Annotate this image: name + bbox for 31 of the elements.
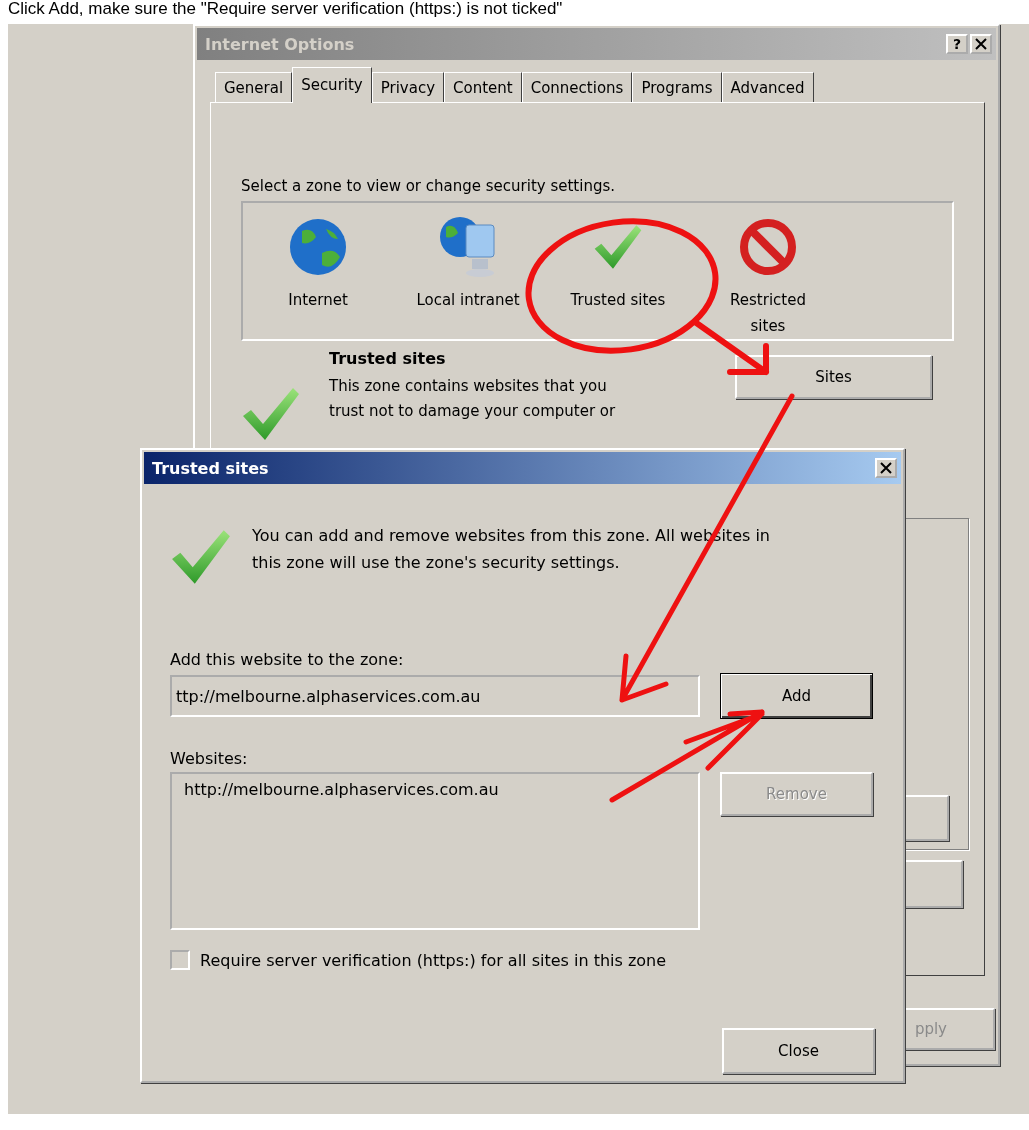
window-title: Internet Options <box>205 34 355 54</box>
tab[interactable]: General <box>215 72 293 102</box>
tab[interactable]: Advanced <box>721 72 814 102</box>
zone-item[interactable]: Restricted sites <box>730 287 806 339</box>
close-button[interactable] <box>875 458 897 478</box>
zone-item[interactable]: Trusted sites <box>570 287 666 313</box>
instruction-text: Click Add, make sure the "Require server verification (https:) is not ticked" <box>7 0 564 20</box>
website-item[interactable]: http://melbourne.alphaservices.com.au <box>184 780 686 799</box>
add-button[interactable]: Add <box>720 673 873 719</box>
close-button[interactable] <box>970 34 992 54</box>
zone-prompt: Select a zone to view or change security settings. <box>241 177 617 195</box>
zone-description: This zone contains websites that you trust not to damage your computer or <box>329 376 617 422</box>
zone-title: Trusted sites <box>329 349 447 368</box>
close-icon <box>975 38 987 50</box>
tab[interactable]: Privacy <box>371 72 445 102</box>
help-button[interactable]: ? <box>946 34 968 54</box>
checkbox-label: Require server verification (https:) for all sites in this zone <box>200 950 667 970</box>
zone-item[interactable]: Local intranet <box>416 287 520 313</box>
close-icon <box>880 462 892 474</box>
dialog-title: Trusted sites <box>152 458 269 478</box>
tab[interactable]: Security <box>292 67 372 103</box>
website-field[interactable]: ttp://melbourne.alphaservices.com.au <box>170 675 700 717</box>
tab[interactable]: Content <box>444 72 522 102</box>
close-button[interactable]: Close <box>722 1028 875 1074</box>
checkbox[interactable] <box>170 950 190 970</box>
tab[interactable]: Programs <box>632 72 722 102</box>
add-label: Add this website to the zone: <box>170 650 405 669</box>
zone-item[interactable]: Internet <box>288 287 348 313</box>
websites-label: Websites: <box>170 749 249 768</box>
sites-button[interactable]: Sites <box>735 355 932 399</box>
tab[interactable]: Connections <box>521 72 633 102</box>
